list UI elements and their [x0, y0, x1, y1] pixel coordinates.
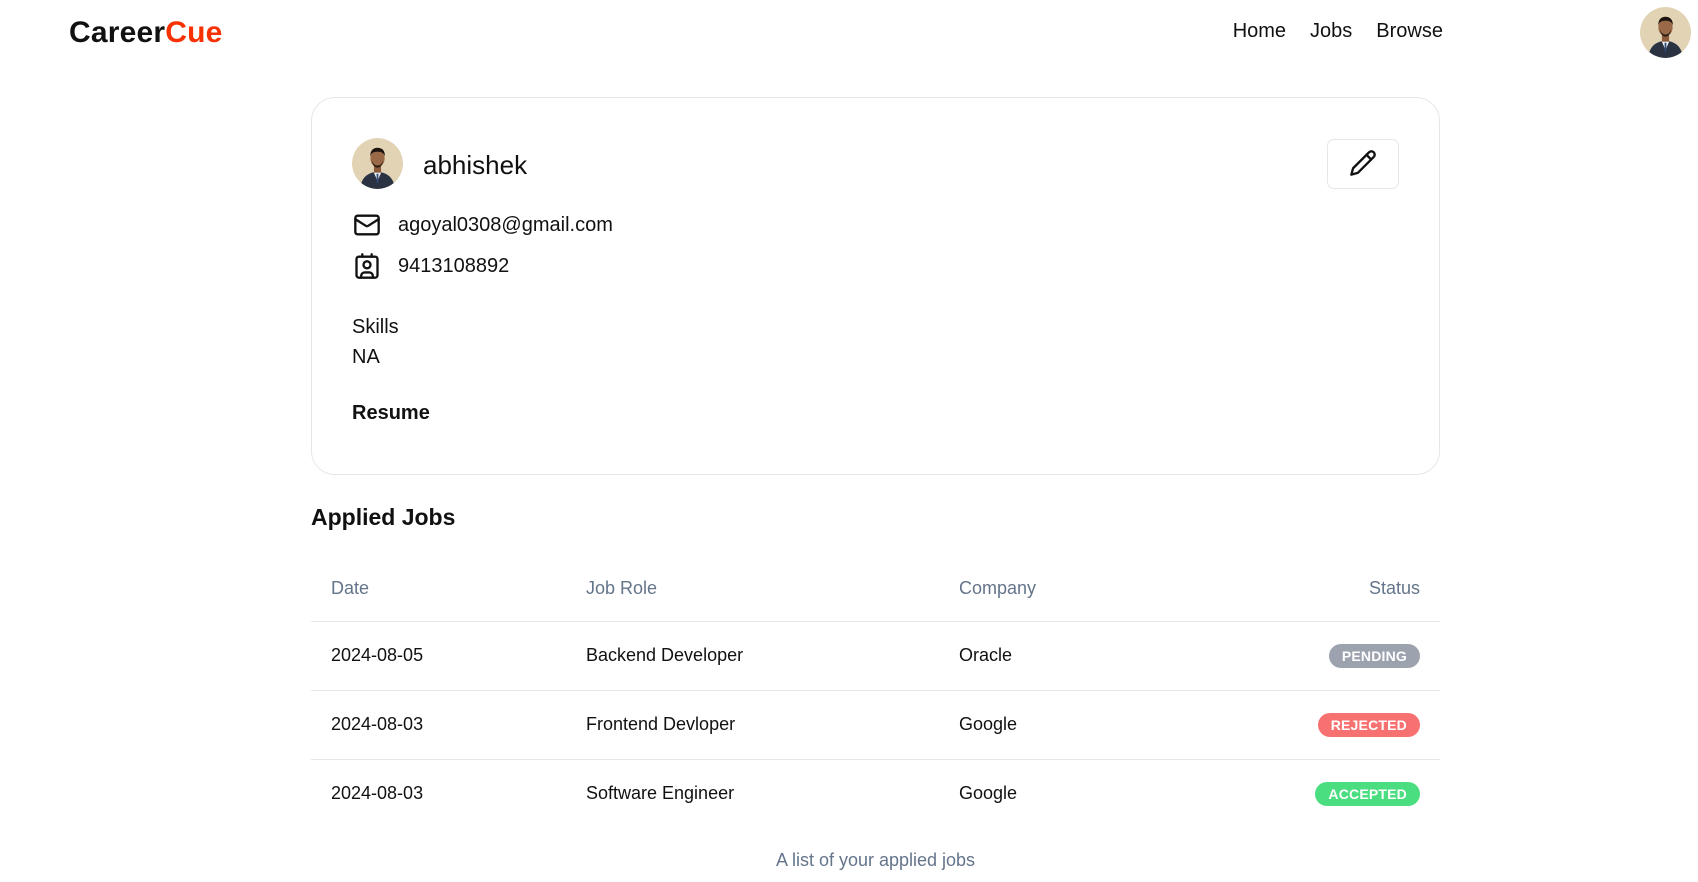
column-header-status: Status [1239, 556, 1440, 622]
top-navbar: CareerCue Home Jobs Browse [0, 0, 1698, 68]
profile-card: abhishek agoyal0308@gmail.com 9413108892… [311, 97, 1440, 475]
cell-company: Google [939, 690, 1239, 760]
nav-link-browse[interactable]: Browse [1376, 20, 1443, 43]
mail-icon [352, 210, 382, 240]
profile-avatar [352, 138, 403, 189]
cell-job-role: Backend Developer [566, 621, 939, 691]
brand-logo-part1: Career [69, 16, 166, 49]
status-badge: REJECTED [1317, 712, 1420, 737]
table-header: Date Job Role Company Status [311, 556, 1440, 622]
table-row: 2024-08-03 Frontend Devloper Google REJE… [311, 690, 1440, 760]
cell-job-role: Frontend Devloper [566, 690, 939, 760]
skills-value: NA [352, 346, 380, 368]
nav-link-home[interactable]: Home [1233, 20, 1286, 43]
table-header-row: Date Job Role Company Status [311, 556, 1440, 622]
cell-date: 2024-08-03 [311, 690, 566, 760]
user-avatar[interactable] [1640, 7, 1691, 58]
email-row: agoyal0308@gmail.com [352, 210, 613, 240]
table-caption: A list of your applied jobs [775, 850, 976, 870]
cell-company: Oracle [939, 621, 1239, 691]
table-row: 2024-08-05 Backend Developer Oracle PEND… [311, 621, 1440, 691]
status-badge: PENDING [1328, 643, 1420, 668]
brand-logo-part2: Cue [165, 16, 223, 49]
profile-email: agoyal0308@gmail.com [398, 213, 613, 236]
pencil-icon [1349, 149, 1377, 180]
cell-status: PENDING [1239, 621, 1440, 691]
applied-jobs-title: Applied Jobs [311, 504, 456, 530]
skills-label: Skills [352, 316, 399, 338]
profile-name: abhishek [423, 150, 528, 180]
contact-icon [352, 251, 382, 281]
column-header-date: Date [311, 556, 566, 622]
cell-company: Google [959, 783, 1018, 804]
phone-row: 9413108892 [352, 251, 509, 281]
cell-status: REJECTED [1239, 690, 1440, 760]
profile-phone: 9413108892 [398, 254, 510, 277]
status-badge: ACCEPTED [1315, 781, 1420, 806]
applied-jobs-table: Date Job Role Company Status 2024-08-05 … [311, 556, 1440, 828]
cell-date: 2024-08-03 [331, 783, 424, 804]
edit-profile-button[interactable] [1327, 139, 1399, 189]
cell-status: ACCEPTED [1239, 759, 1440, 828]
table-body: 2024-08-05 Backend Developer Oracle PEND… [311, 621, 1440, 828]
cell-date: 2024-08-05 [311, 621, 566, 691]
column-header-job-role: Job Role [566, 556, 939, 622]
resume-label: Resume [352, 402, 430, 424]
brand-logo[interactable]: CareerCue [69, 16, 223, 50]
table-row: 2024-08-03 Software Engineer Google ACCE… [311, 759, 1440, 828]
cell-job-role: Software Engineer [586, 783, 735, 804]
column-header-company: Company [939, 556, 1239, 622]
nav-link-jobs[interactable]: Jobs [1310, 20, 1352, 43]
nav-links: Home Jobs Browse [1233, 20, 1443, 43]
